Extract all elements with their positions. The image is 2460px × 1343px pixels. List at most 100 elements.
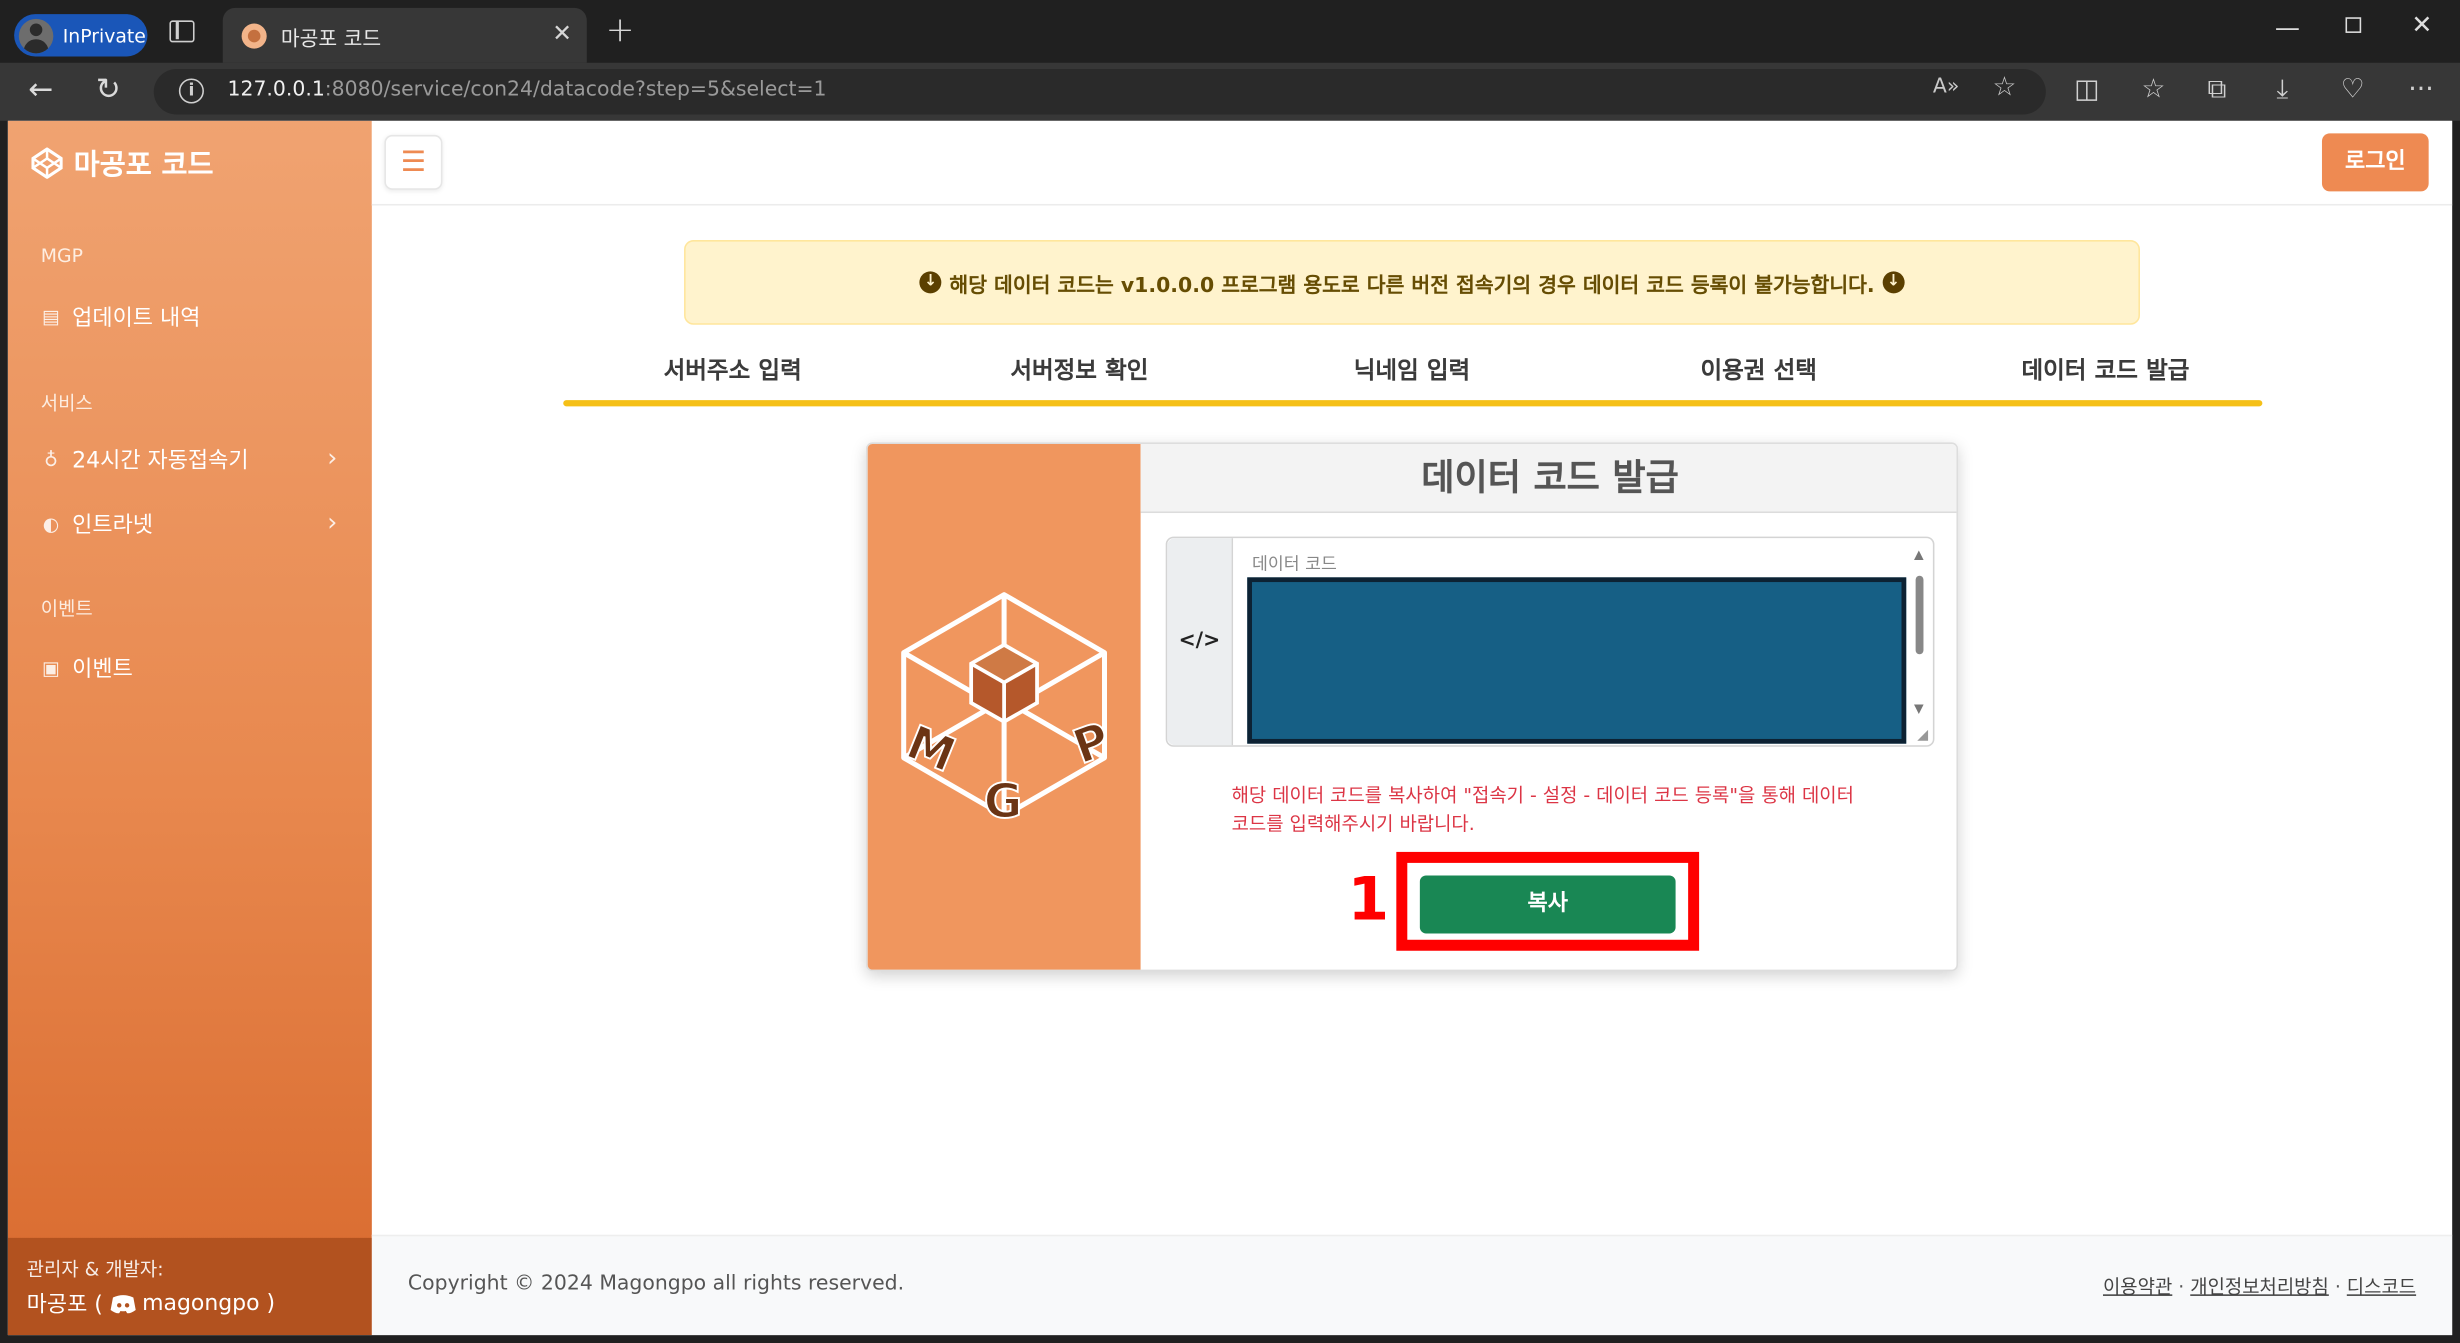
browser-tab-bar: InPrivate 마공포 코드 ✕ + — ✕ [0,0,2460,63]
data-code-textarea[interactable] [1247,577,1907,744]
data-code-label: 데이터 코드 [1251,553,1337,575]
clipboard-icon: ▤ [42,305,60,328]
step-server-info: 서버정보 확인 [1010,356,1149,385]
admin-credit: 마공포 ( magongpo ) [27,1288,353,1319]
codepen-logo-icon [31,147,63,179]
code-icon: </> [1167,538,1234,746]
web-page: 마공포 코드 MGP ▤ 업데이트 내역 서비스 ♁ 24시간 자동접속기 › … [7,120,2453,1336]
step-progress: 서버주소 입력 서버정보 확인 닉네임 입력 이용권 선택 데이터 코드 발급 [563,353,2262,406]
scroll-up-arrow-icon[interactable]: ▲ [1914,548,1924,562]
browser-tab-active[interactable]: 마공포 코드 ✕ [222,7,587,63]
arrow-down-circle-icon: ↓ [919,271,942,294]
footer-separator: · [2172,1275,2191,1298]
sidebar-item-label: 24시간 자동접속기 [72,448,249,474]
menu-toggle-button[interactable]: ☰ [384,134,443,190]
page-footer: Copyright © 2024 Magongpo all rights res… [371,1234,2453,1336]
copy-button[interactable]: 복사 [1419,875,1676,934]
split-screen-icon[interactable]: ◫ [2074,74,2099,105]
step-server-address: 서버주소 입력 [663,356,802,385]
copyright-text: Copyright © 2024 Magongpo all rights res… [407,1272,905,1296]
window-minimize-icon[interactable]: — [2275,13,2300,43]
card-title: 데이터 코드 발급 [1140,443,1957,514]
privacy-policy-link[interactable]: 개인정보처리방침 [2190,1276,2329,1298]
url-text[interactable]: 127.0.0.1:8080/service/con24/datacode?st… [227,78,826,102]
mgp-cube-logo-icon: M G P [898,592,1118,830]
svg-text:P: P [1066,712,1117,775]
downloads-icon[interactable]: ⤓ [2276,74,2288,105]
discord-icon [109,1294,136,1313]
inprivate-label: InPrivate [62,24,146,47]
instruction-line-1: 해당 데이터 코드를 복사하여 "접속기 - 설정 - 데이터 코드 등록"을 … [1231,784,1854,807]
site-favicon-icon [241,23,267,49]
card-logo-panel: M G P [867,443,1141,970]
admin-name: 마공포 ( [26,1292,103,1318]
lightbulb-icon: ♁ [44,448,58,471]
data-code-card: M G P 데이터 코드 발급 </> 데이터 코드 ▲ ▼ ◢ 해당 데이터 … [866,442,1958,972]
textarea-scrollbar[interactable]: ▲ ▼ [1911,544,1930,739]
refresh-icon[interactable]: ↻ [96,72,121,107]
back-arrow-icon[interactable]: ← [28,72,53,107]
footer-links: 이용약관 · 개인정보처리방침 · 디스코드 [2103,1272,2416,1299]
sidebar-item-auto-connector[interactable]: ♁ 24시간 자동접속기 › [41,441,347,479]
terms-link[interactable]: 이용약관 [2103,1276,2172,1298]
top-navbar: ☰ 로그인 [371,120,2453,206]
url-path: :8080/service/con24/datacode?step=5&sele… [324,78,827,102]
tab-actions-icon[interactable] [169,20,195,43]
resize-handle-icon[interactable]: ◢ [1917,728,1928,744]
window-maximize-icon[interactable] [2345,17,2362,33]
read-aloud-icon[interactable]: A» [1933,75,1959,99]
profile-avatar-icon [18,18,54,53]
data-code-field-group: </> 데이터 코드 ▲ ▼ ◢ [1165,536,1935,747]
annotation-number: 1 [1347,864,1390,934]
admin-handle[interactable]: magongpo ) [142,1291,275,1316]
sidebar-item-intranet[interactable]: ◐ 인트라넷 › [41,505,347,543]
sidebar-item-label: 인트라넷 [72,513,154,539]
brand-logo[interactable]: 마공포 코드 [31,143,213,184]
arrow-down-circle-icon: ↓ [1882,271,1905,294]
sidebar-item-label: 업데이트 내역 [72,305,201,332]
svg-text:M: M [899,715,963,784]
new-tab-icon[interactable]: + [606,11,635,50]
browser-essentials-icon[interactable]: ♡ [2341,74,2365,105]
scroll-down-arrow-icon[interactable]: ▼ [1914,701,1924,715]
admin-label: 관리자 & 개발자: [26,1258,164,1281]
sidebar: 마공포 코드 MGP ▤ 업데이트 내역 서비스 ♁ 24시간 자동접속기 › … [7,120,372,1336]
sidebar-item-event[interactable]: ▣ 이벤트 [41,650,347,688]
step-ticket-select: 이용권 선택 [1700,356,1817,385]
circle-half-icon: ◐ [42,513,60,535]
favorites-icon[interactable]: ☆ [2142,74,2166,105]
site-info-icon[interactable]: i [178,78,204,104]
browser-address-bar: ← ↻ i 127.0.0.1:8080/service/con24/datac… [0,62,2460,121]
sidebar-item-label: 이벤트 [72,657,133,683]
sidebar-heading-service: 서비스 [40,392,93,415]
calendar-check-icon: ▣ [42,657,60,680]
more-menu-icon[interactable]: ··· [2408,74,2433,105]
url-input[interactable]: i 127.0.0.1:8080/service/con24/datacode?… [153,69,2046,115]
favorite-star-icon[interactable]: ☆ [1993,72,2017,103]
svg-text:G: G [984,774,1023,829]
step-data-code-issue: 데이터 코드 발급 [2021,356,2190,385]
sidebar-heading-mgp: MGP [40,244,83,267]
url-host: 127.0.0.1 [227,78,325,102]
inprivate-badge[interactable]: InPrivate [14,14,148,57]
steps-progress-bar [563,400,2263,407]
version-notice-alert: ↓ 해당 데이터 코드는 v1.0.0.0 프로그램 용도로 다른 버전 접속기… [684,240,2140,325]
footer-separator: · [2328,1275,2347,1298]
notice-text: 해당 데이터 코드는 v1.0.0.0 프로그램 용도로 다른 버전 접속기의 … [949,273,1875,298]
chevron-right-icon: › [327,506,338,537]
login-button[interactable]: 로그인 [2321,133,2429,192]
sidebar-heading-event: 이벤트 [40,597,93,620]
step-nickname: 닉네임 입력 [1353,356,1471,385]
sidebar-item-update-history[interactable]: ▤ 업데이트 내역 [41,298,347,336]
window-close-icon[interactable]: ✕ [2411,9,2432,39]
instruction-line-2: 코드를 입력해주시기 바랍니다. [1231,812,1475,835]
tab-close-icon[interactable]: ✕ [552,19,572,47]
chevron-right-icon: › [327,442,338,473]
copy-instruction-text: 해당 데이터 코드를 복사하여 "접속기 - 설정 - 데이터 코드 등록"을 … [1232,781,1891,837]
brand-name: 마공포 코드 [73,149,214,182]
tab-title: 마공포 코드 [280,28,382,52]
discord-link[interactable]: 디스코드 [2347,1276,2416,1298]
collections-icon[interactable]: ⧉ [2207,74,2226,105]
scrollbar-thumb[interactable] [1915,575,1924,655]
sidebar-footer: 관리자 & 개발자: 마공포 ( magongpo ) [7,1237,372,1336]
